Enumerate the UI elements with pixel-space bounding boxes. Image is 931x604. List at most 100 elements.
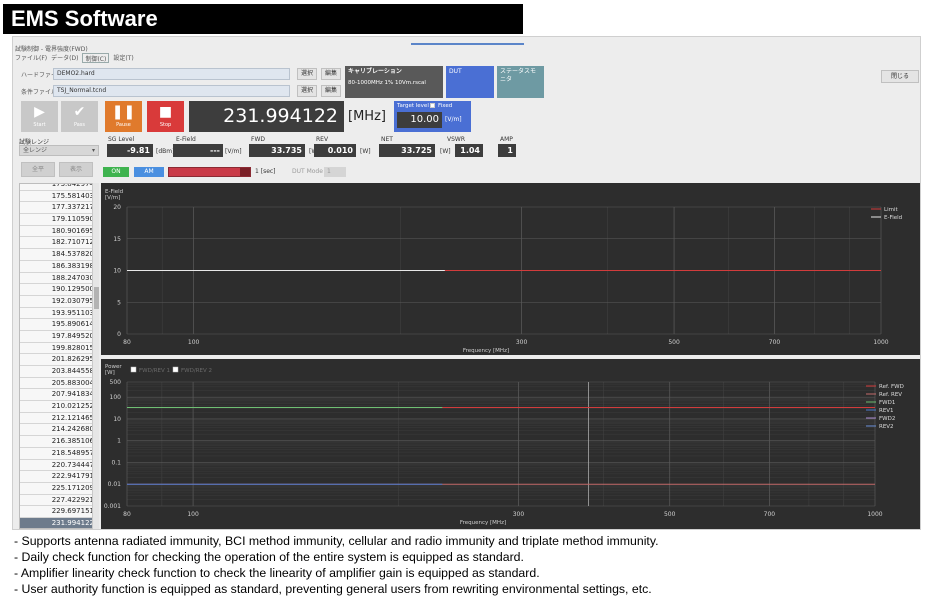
series-checkbox	[130, 366, 137, 373]
frequency-list-scrollbar[interactable]	[92, 183, 99, 529]
banner-title: EMS Software	[3, 4, 523, 34]
stop-button[interactable]: ■ Stop	[147, 101, 184, 132]
fwd-label: FWD	[251, 136, 266, 143]
y-tick-label: 5	[117, 299, 121, 306]
target-level-label: Target level	[397, 103, 429, 109]
y-axis-unit: [W]	[105, 370, 115, 376]
frequency-list-item[interactable]: 190.129500	[20, 284, 98, 296]
frequency-list-item[interactable]: 214.242680	[20, 424, 98, 437]
window-title: 試験制御 - 電界強度(FWD)	[15, 46, 88, 53]
start-button[interactable]: ▶ Start	[21, 101, 58, 132]
target-level-unit: [V/m]	[445, 116, 462, 123]
description-line: - Daily check function for checking the …	[14, 550, 524, 564]
cond-select-button[interactable]: 選択	[297, 85, 317, 97]
frequency-list-item[interactable]: 229.697151	[20, 506, 98, 518]
frequency-list-item[interactable]: 227.422921	[20, 495, 98, 507]
frequency-list-item[interactable]: 216.385106	[20, 436, 98, 448]
dwell-label: 1 [sec]	[255, 168, 276, 175]
y-axis-unit: [V/m]	[105, 195, 120, 201]
range-button-1[interactable]: 全平	[21, 162, 55, 177]
legend-label: Ref. FWD	[879, 384, 904, 390]
hard-file-field[interactable]: DEMO2.hard	[53, 68, 290, 80]
series-checkbox-label: FWD/REV 1	[139, 368, 170, 374]
legend-label: REV1	[879, 408, 894, 414]
sg-level-value: -9.81	[107, 144, 153, 157]
cond-file-field[interactable]: TSJ_Normal.tcnd	[53, 85, 290, 97]
sg-level-unit: [dBm]	[156, 148, 175, 155]
series-checkbox	[172, 366, 179, 373]
hard-select-button[interactable]: 選択	[297, 68, 317, 80]
frequency-list-item[interactable]: 180.901695	[20, 226, 98, 238]
y-tick-label: 1	[117, 438, 121, 445]
frequency-list-item[interactable]: 193.951103	[20, 308, 98, 320]
x-axis-label: Frequency [MHz]	[463, 348, 509, 354]
am-button[interactable]: AM	[134, 167, 164, 177]
frequency-list-item[interactable]: 197.849520	[20, 331, 98, 343]
frequency-list-item[interactable]: 186.383198	[20, 261, 98, 273]
frequency-list-item[interactable]: 195.890614	[20, 319, 98, 331]
efield-chart-svg: 0 5 10 15 20 80 100 300 500 700 1000 Frequency [MHz…	[105, 189, 902, 354]
e-field-unit: [V/m]	[225, 148, 242, 155]
cond-edit-button[interactable]: 編集	[321, 85, 341, 97]
calibration-tile[interactable]: キャリブレーション 80-1000MHz 1% 10Vm.rscal	[345, 66, 443, 98]
power-chart: 0.001 0.01 0.1 1 10 100 500 80 100 300 500 700 1000 F…	[101, 359, 920, 529]
frequency-list-item[interactable]: 177.337217	[20, 202, 98, 215]
x-tick-label: 100	[188, 339, 200, 346]
frequency-list-item[interactable]: 220.734447	[20, 460, 98, 472]
menu-bar: ファイル(F) データ(D) 制御(C) 設定(T)	[15, 53, 134, 63]
frequency-list-item[interactable]: 188.247030	[20, 273, 98, 285]
scrollbar-thumb[interactable]	[94, 287, 99, 309]
vswr-label: VSWR	[447, 136, 466, 143]
status-monitor-tile[interactable]: ステータスモニタ	[497, 66, 544, 98]
legend-label: E-Field	[884, 215, 902, 221]
target-level-input[interactable]: 10.00	[397, 112, 442, 128]
y-tick-label: 0.1	[111, 459, 121, 466]
x-tick-label: 500	[664, 511, 676, 518]
frequency-list-item[interactable]: 212.121465	[20, 413, 98, 425]
frequency-list-item[interactable]: 173.842974	[20, 184, 98, 191]
pass-button[interactable]: ✔ Pass	[61, 101, 98, 132]
x-axis-label: Frequency [MHz]	[460, 520, 506, 526]
menu-control[interactable]: 制御(C)	[82, 53, 110, 63]
pause-button[interactable]: ❚❚ Pause	[105, 101, 142, 132]
frequency-list-item[interactable]: 192.030795	[20, 296, 98, 308]
frequency-list[interactable]: 173.842974 175.581403 177.337217 179.110590…	[19, 183, 99, 529]
frequency-list-item[interactable]: 175.581403	[20, 191, 98, 203]
pass-label: Pass	[73, 122, 86, 128]
y-tick-label: 0.001	[104, 503, 121, 510]
frequency-list-item[interactable]: 231.994122	[20, 517, 98, 528]
frequency-list-item[interactable]: 201.826295	[20, 354, 98, 366]
frequency-list-item[interactable]: 225.171209	[20, 483, 98, 495]
frequency-list-item[interactable]: 184.537820	[20, 249, 98, 261]
sg-level-label: SG Level	[108, 136, 135, 143]
x-tick-label: 100	[187, 511, 199, 518]
menu-data[interactable]: データ(D)	[51, 53, 78, 63]
frequency-list-item[interactable]: 218.548957	[20, 448, 98, 460]
range-button-2[interactable]: 表示	[59, 162, 93, 177]
accent-bar	[411, 43, 524, 45]
frequency-list-item[interactable]: 179.110590	[20, 214, 98, 226]
frequency-list-item[interactable]: 222.941791	[20, 471, 98, 483]
range-select[interactable]: 全レンジ ▾	[19, 145, 99, 156]
frequency-list-item[interactable]: 182.710712	[20, 237, 98, 250]
e-field-value: ---	[173, 144, 223, 157]
rev-label: REV	[316, 136, 329, 143]
series-checkbox-label: FWD/REV 2	[181, 368, 212, 374]
x-tick-label: 1000	[867, 511, 882, 518]
dut-tile[interactable]: DUT	[446, 66, 494, 98]
dut-mode-select[interactable]: 1	[324, 167, 346, 177]
close-button[interactable]: 閉じる	[881, 70, 919, 83]
frequency-list-item[interactable]: 207.941834	[20, 389, 98, 402]
menu-file[interactable]: ファイル(F)	[15, 53, 47, 63]
on-button[interactable]: ON	[103, 167, 129, 177]
pause-icon: ❚❚	[111, 104, 136, 120]
frequency-list-item[interactable]: 203.844558	[20, 366, 98, 378]
net-label: NET	[381, 136, 393, 143]
frequency-list-item[interactable]: 205.883004	[20, 378, 98, 390]
hard-edit-button[interactable]: 編集	[321, 68, 341, 80]
menu-settings[interactable]: 設定(T)	[113, 53, 133, 63]
frequency-list-item[interactable]: 199.828015	[20, 343, 98, 355]
fixed-checkbox[interactable]	[430, 103, 435, 108]
y-tick-label: 500	[110, 379, 122, 386]
frequency-list-item[interactable]: 210.021252	[20, 401, 98, 413]
